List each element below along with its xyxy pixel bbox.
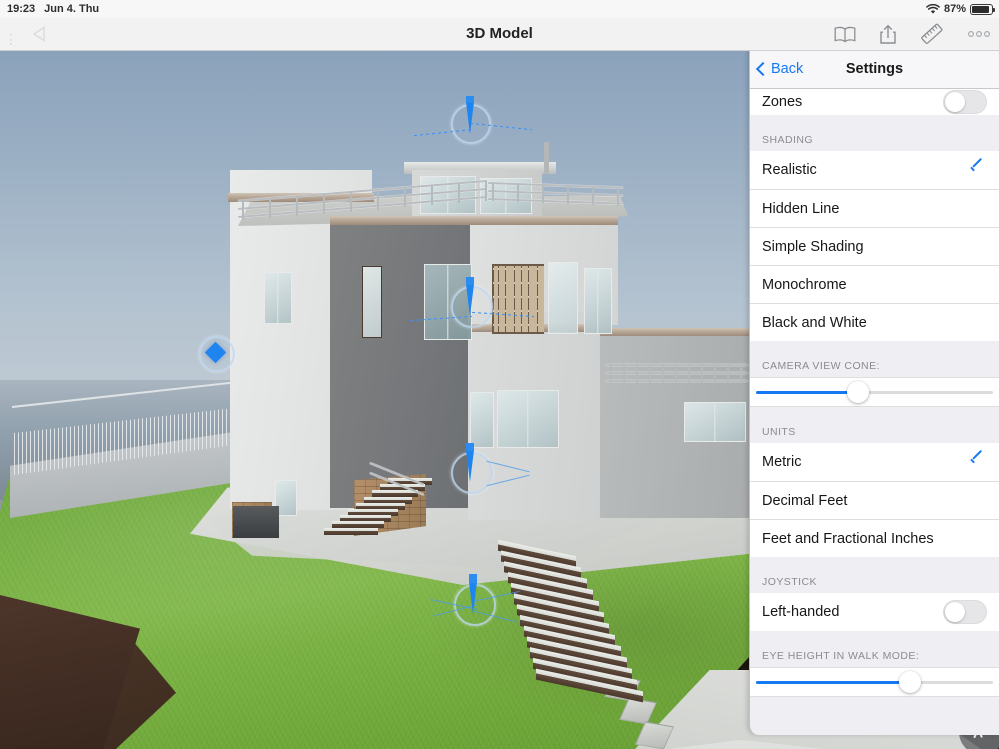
parapet-cap-wing [596,328,752,336]
window [497,390,559,448]
row-monochrome[interactable]: Monochrome [750,265,999,303]
parapet-cap-main [330,216,618,225]
ruler-icon[interactable] [920,23,944,45]
row-label: Simple Shading [762,238,864,255]
row-simple-shading[interactable]: Simple Shading [750,227,999,265]
row-zones[interactable]: Zones [750,89,999,115]
eye-height-slider[interactable] [756,671,993,693]
app-toolbar: 3D Model [0,18,999,51]
marker-camera-roof[interactable] [414,90,532,144]
wifi-icon [926,3,940,15]
marker-camera-mid[interactable] [410,268,534,328]
status-bar: 19:23 Jun 4. Thu 87% [0,0,999,18]
chimney-pipe [544,142,549,174]
row-label: Zones [762,94,803,110]
zones-toggle[interactable] [943,90,987,114]
row-label: Metric [762,454,802,470]
row-label: Realistic [762,162,817,178]
row-label: Decimal Feet [762,492,848,509]
row-decimal-feet[interactable]: Decimal Feet [750,481,999,519]
row-realistic[interactable]: Realistic [750,151,999,189]
slider-thumb[interactable] [899,671,922,693]
settings-panel: Back Settings Zones SHADING Realistic Hi… [749,50,999,735]
row-label: Black and White [762,314,867,331]
bookshelf [492,264,544,334]
row-left-handed[interactable]: Left-handed [750,593,999,631]
book-icon[interactable] [834,26,856,43]
camera-view-cone-slider[interactable] [756,381,993,403]
section-header-joystick: JOYSTICK [750,557,999,593]
battery-percent-label: 87% [943,3,966,15]
row-label: Feet and Fractional Inches [762,530,934,547]
eye-height-slider-row[interactable] [750,667,999,697]
lower-entry [233,506,279,538]
section-header-camera-view-cone: CAMERA VIEW CONE: [750,341,999,377]
window [684,402,746,442]
share-icon[interactable] [879,24,897,45]
row-label: Left-handed [762,604,840,620]
toolbar-right-group [834,18,991,50]
row-label: Hidden Line [762,200,840,217]
status-right-cluster: 87% [926,0,995,18]
row-feet-and-fractional-inches[interactable]: Feet and Fractional Inches [750,519,999,557]
list-bottom-spacer [750,697,999,716]
section-header-shading: SHADING [750,115,999,151]
back-button[interactable]: Back [755,61,804,77]
row-black-and-white[interactable]: Black and White [750,303,999,341]
status-date: Jun 4. Thu [44,3,100,15]
checkmark-icon [970,458,985,467]
checkmark-icon [970,166,985,175]
exterior-door [362,266,382,338]
settings-panel-header: Back Settings [750,50,999,89]
settings-list[interactable]: Zones SHADING Realistic Hidden Line Simp… [750,89,999,735]
row-metric[interactable]: Metric [750,443,999,481]
row-hidden-line[interactable]: Hidden Line [750,189,999,227]
back-triangle-icon[interactable] [32,26,46,42]
marker-camera-lawn[interactable] [430,562,520,626]
camera-view-cone-slider-row[interactable] [750,377,999,407]
toolbar-left-group [10,18,46,50]
battery-icon [970,3,995,15]
back-button-label: Back [771,61,804,77]
left-handed-toggle[interactable] [943,600,987,624]
window [264,272,292,324]
marker-camera-terrace[interactable] [448,436,530,494]
more-icon[interactable] [967,30,991,38]
section-header-eye-height: EYE HEIGHT IN WALK MODE: [750,631,999,667]
window [548,262,578,334]
status-time: 19:23 [7,3,36,15]
section-header-units: UNITS [750,407,999,443]
slider-thumb[interactable] [846,381,869,403]
ipad-screen: 19:23 Jun 4. Thu 87% 3D Model Back Setti… [0,0,999,749]
marker-diamond[interactable] [199,336,235,372]
chevron-left-icon [755,61,771,77]
window [584,268,612,334]
row-label: Monochrome [762,276,847,293]
